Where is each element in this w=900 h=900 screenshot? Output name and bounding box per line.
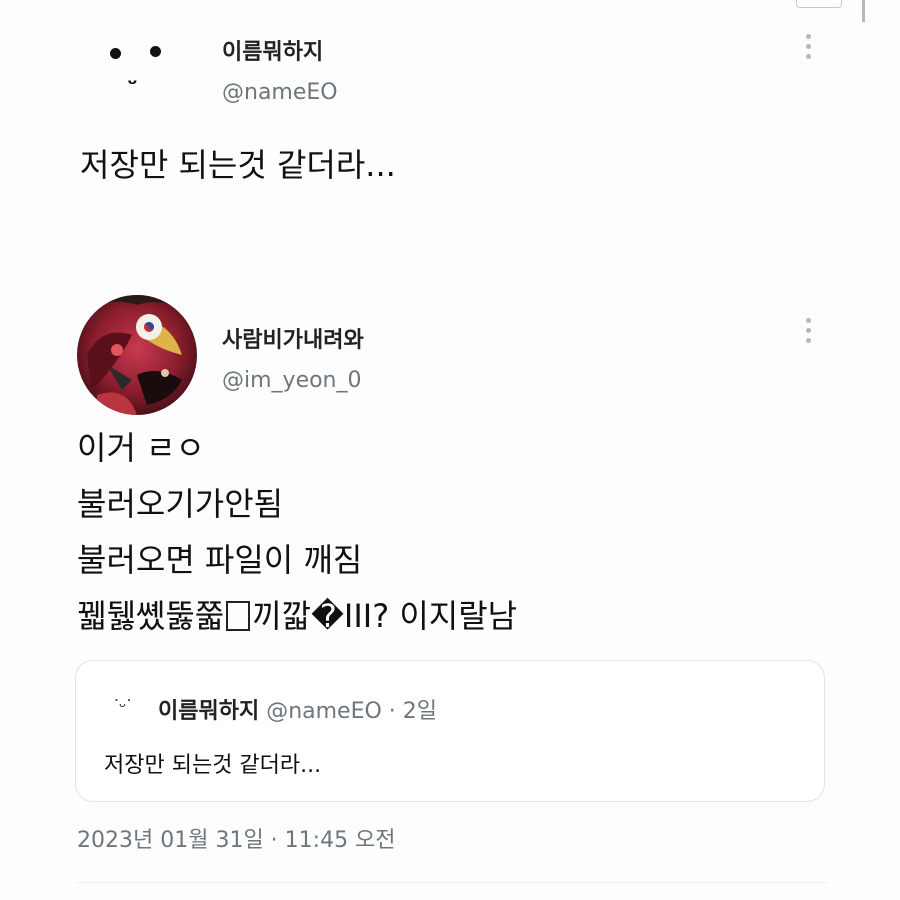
quoted-header: 이름뭐하지 @nameEO · 2일 — [158, 693, 437, 725]
more-vertical-icon[interactable] — [806, 34, 812, 64]
profile-picture[interactable] — [77, 295, 197, 415]
avatar-eye-right — [150, 46, 161, 57]
tweet-timestamp[interactable]: 2023년 01월 31일 · 11:45 오전 — [77, 822, 396, 854]
missing-glyph-box — [226, 601, 251, 631]
quoted-tweet-card[interactable]: ˙ᵕ˙ 이름뭐하지 @nameEO · 2일 저장만 되는것 같더라... — [75, 660, 825, 802]
quoted-text: 저장만 되는것 같더라... — [104, 753, 322, 778]
avatar-eye-left — [110, 48, 121, 59]
garbled-text-rest: 끼깗�III? 이지랄남 — [252, 597, 518, 635]
display-name[interactable]: 이름뭐하지 — [222, 34, 323, 66]
quoted-handle-time: @nameEO · 2일 — [266, 699, 438, 724]
avatar-image-icon — [77, 295, 197, 415]
divider — [77, 882, 827, 883]
user-handle[interactable]: @nameEO — [222, 80, 338, 105]
tweet-line: 꿻뒗쏐뚫쭓 끼깗�III? 이지랄남 — [77, 588, 517, 644]
tweet-thread-screenshot: ᵕ 이름뭐하지 @nameEO 저장만 되는것 같더라... 사람비가내려와 @… — [0, 0, 900, 900]
tweet-original[interactable]: ᵕ 이름뭐하지 @nameEO 저장만 되는것 같더라... — [0, 0, 900, 280]
tweet-line: 불러오면 파일이 깨짐 — [77, 541, 363, 579]
display-name[interactable]: 사람비가내려와 — [222, 322, 364, 354]
more-vertical-icon[interactable] — [806, 318, 812, 348]
quoted-display-name: 이름뭐하지 — [158, 699, 260, 724]
emoticon-face-icon[interactable]: ᵕ — [100, 40, 180, 100]
tweet-text: 저장만 되는것 같더라... — [80, 146, 396, 184]
tweet-text: 이거 ㄹㅇ 불러오기가안됨 불러오면 파일이 깨짐 꿻뒗쏐뚫쭓 끼깗�III? 이… — [77, 420, 517, 644]
avatar-mouth: ᵕ — [127, 72, 138, 97]
emoticon-face-icon: ˙ᵕ˙ — [112, 697, 134, 718]
tweet-line: 불러오기가안됨 — [77, 485, 284, 523]
garbled-text: 꿻뒗쏐뚫쭓 — [77, 597, 225, 635]
tweet-line: 이거 ㄹㅇ — [77, 429, 205, 467]
user-handle[interactable]: @im_yeon_0 — [222, 368, 362, 393]
